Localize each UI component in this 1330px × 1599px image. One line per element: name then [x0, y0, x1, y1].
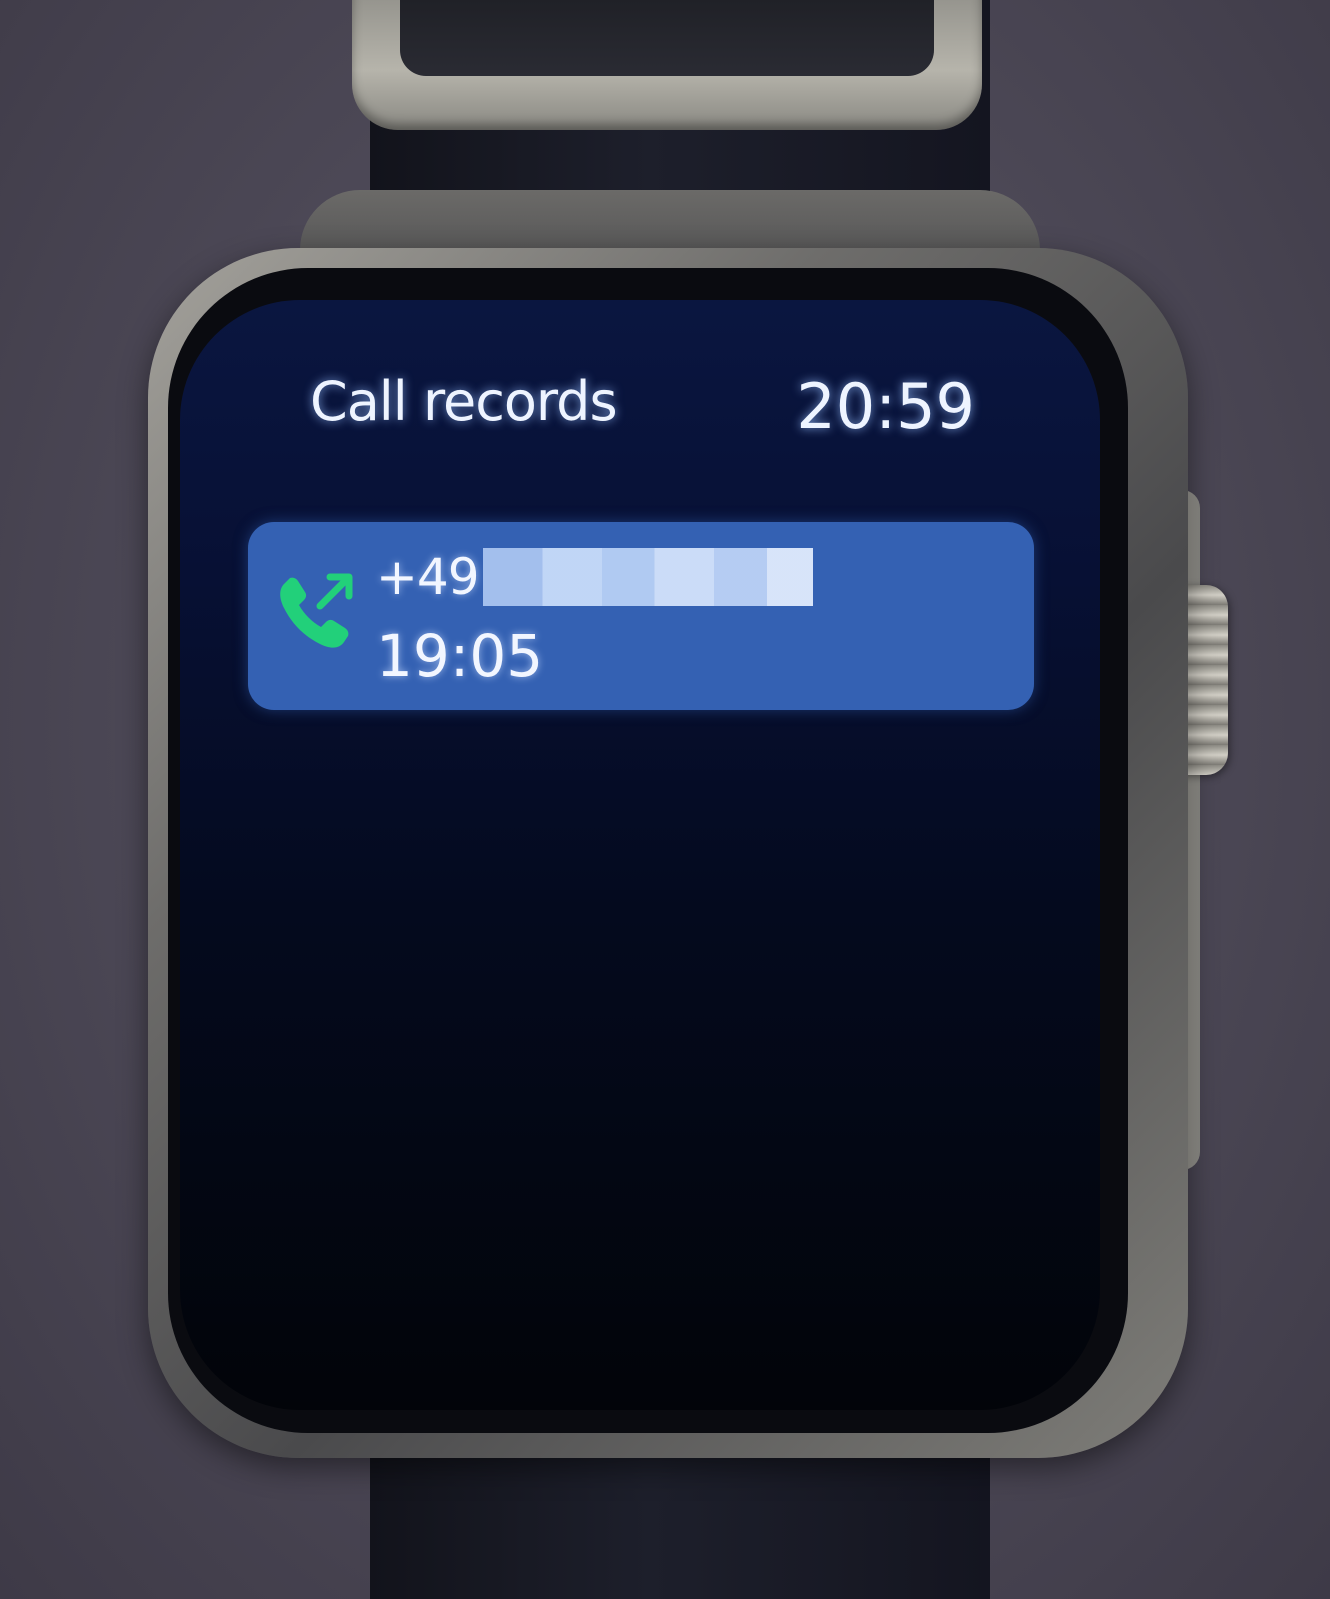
outgoing-call-icon — [280, 573, 353, 648]
call-time: 19:05 — [376, 622, 544, 690]
strap-buckle — [352, 0, 982, 130]
status-clock: 20:59 — [796, 370, 975, 443]
buckle-opening — [400, 0, 934, 76]
redacted-number-block — [482, 548, 813, 606]
phone-number: +49 — [376, 548, 813, 606]
phone-number-prefix: +49 — [376, 548, 480, 606]
watch-screen: Call records 20:59 +49 19:05 — [180, 300, 1100, 1410]
call-record-item[interactable]: +49 19:05 — [248, 522, 1034, 710]
page-title: Call records — [310, 370, 618, 433]
